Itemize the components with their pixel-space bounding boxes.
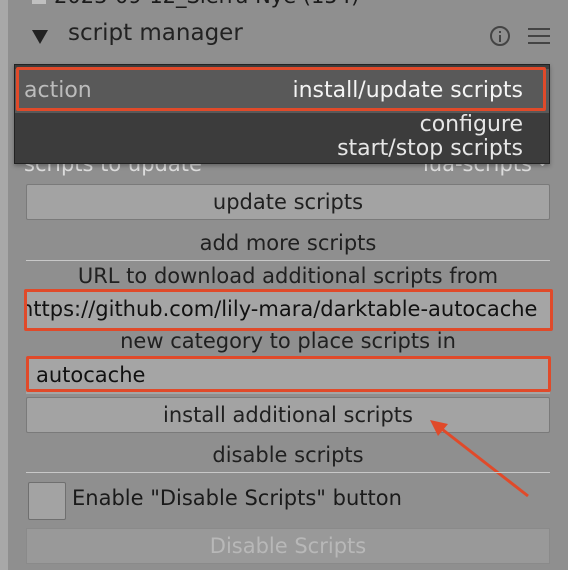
add-more-scripts-section-label: add more scripts [199,231,377,255]
info-icon[interactable] [490,26,510,46]
module-title: script manager [68,20,243,46]
category-label: new category to place scripts in [120,329,456,353]
url-input[interactable]: https://github.com/lily-mara/darktable-a… [26,292,550,328]
disable-scripts-section-label: disable scripts [212,443,364,467]
dropdown-option-start-stop[interactable]: start/stop scripts [15,135,549,163]
url-input-value: https://github.com/lily-mara/darktable-a… [26,297,538,321]
action-selected-value: install/update scripts [292,78,523,103]
enable-disable-scripts-checkbox[interactable] [28,482,66,520]
checkbox-label: Enable "Disable Scripts" button [72,486,402,510]
disable-scripts-button: Disable Scripts [26,528,550,564]
collapsed-square-icon [32,0,46,4]
action-dropdown-popup[interactable]: action install/update scripts configure … [14,64,550,164]
module-panel: 2023-09-12_Sierra Nye (154) script manag… [8,0,568,570]
category-input[interactable]: autocache [26,358,550,394]
category-input-value: autocache [36,363,146,387]
section-divider [26,472,550,473]
expand-arrow-icon[interactable] [32,30,48,44]
left-edge [0,0,8,570]
action-label: action [24,78,92,103]
previous-module-header: 2023-09-12_Sierra Nye (154) [32,0,359,8]
section-divider [26,260,550,261]
dropdown-option-selected[interactable]: action install/update scripts [15,69,549,113]
presets-menu-icon[interactable] [528,26,550,46]
update-scripts-button[interactable]: update scripts [26,184,550,220]
module-header[interactable]: script manager [8,18,568,52]
url-label: URL to download additional scripts from [77,264,499,288]
